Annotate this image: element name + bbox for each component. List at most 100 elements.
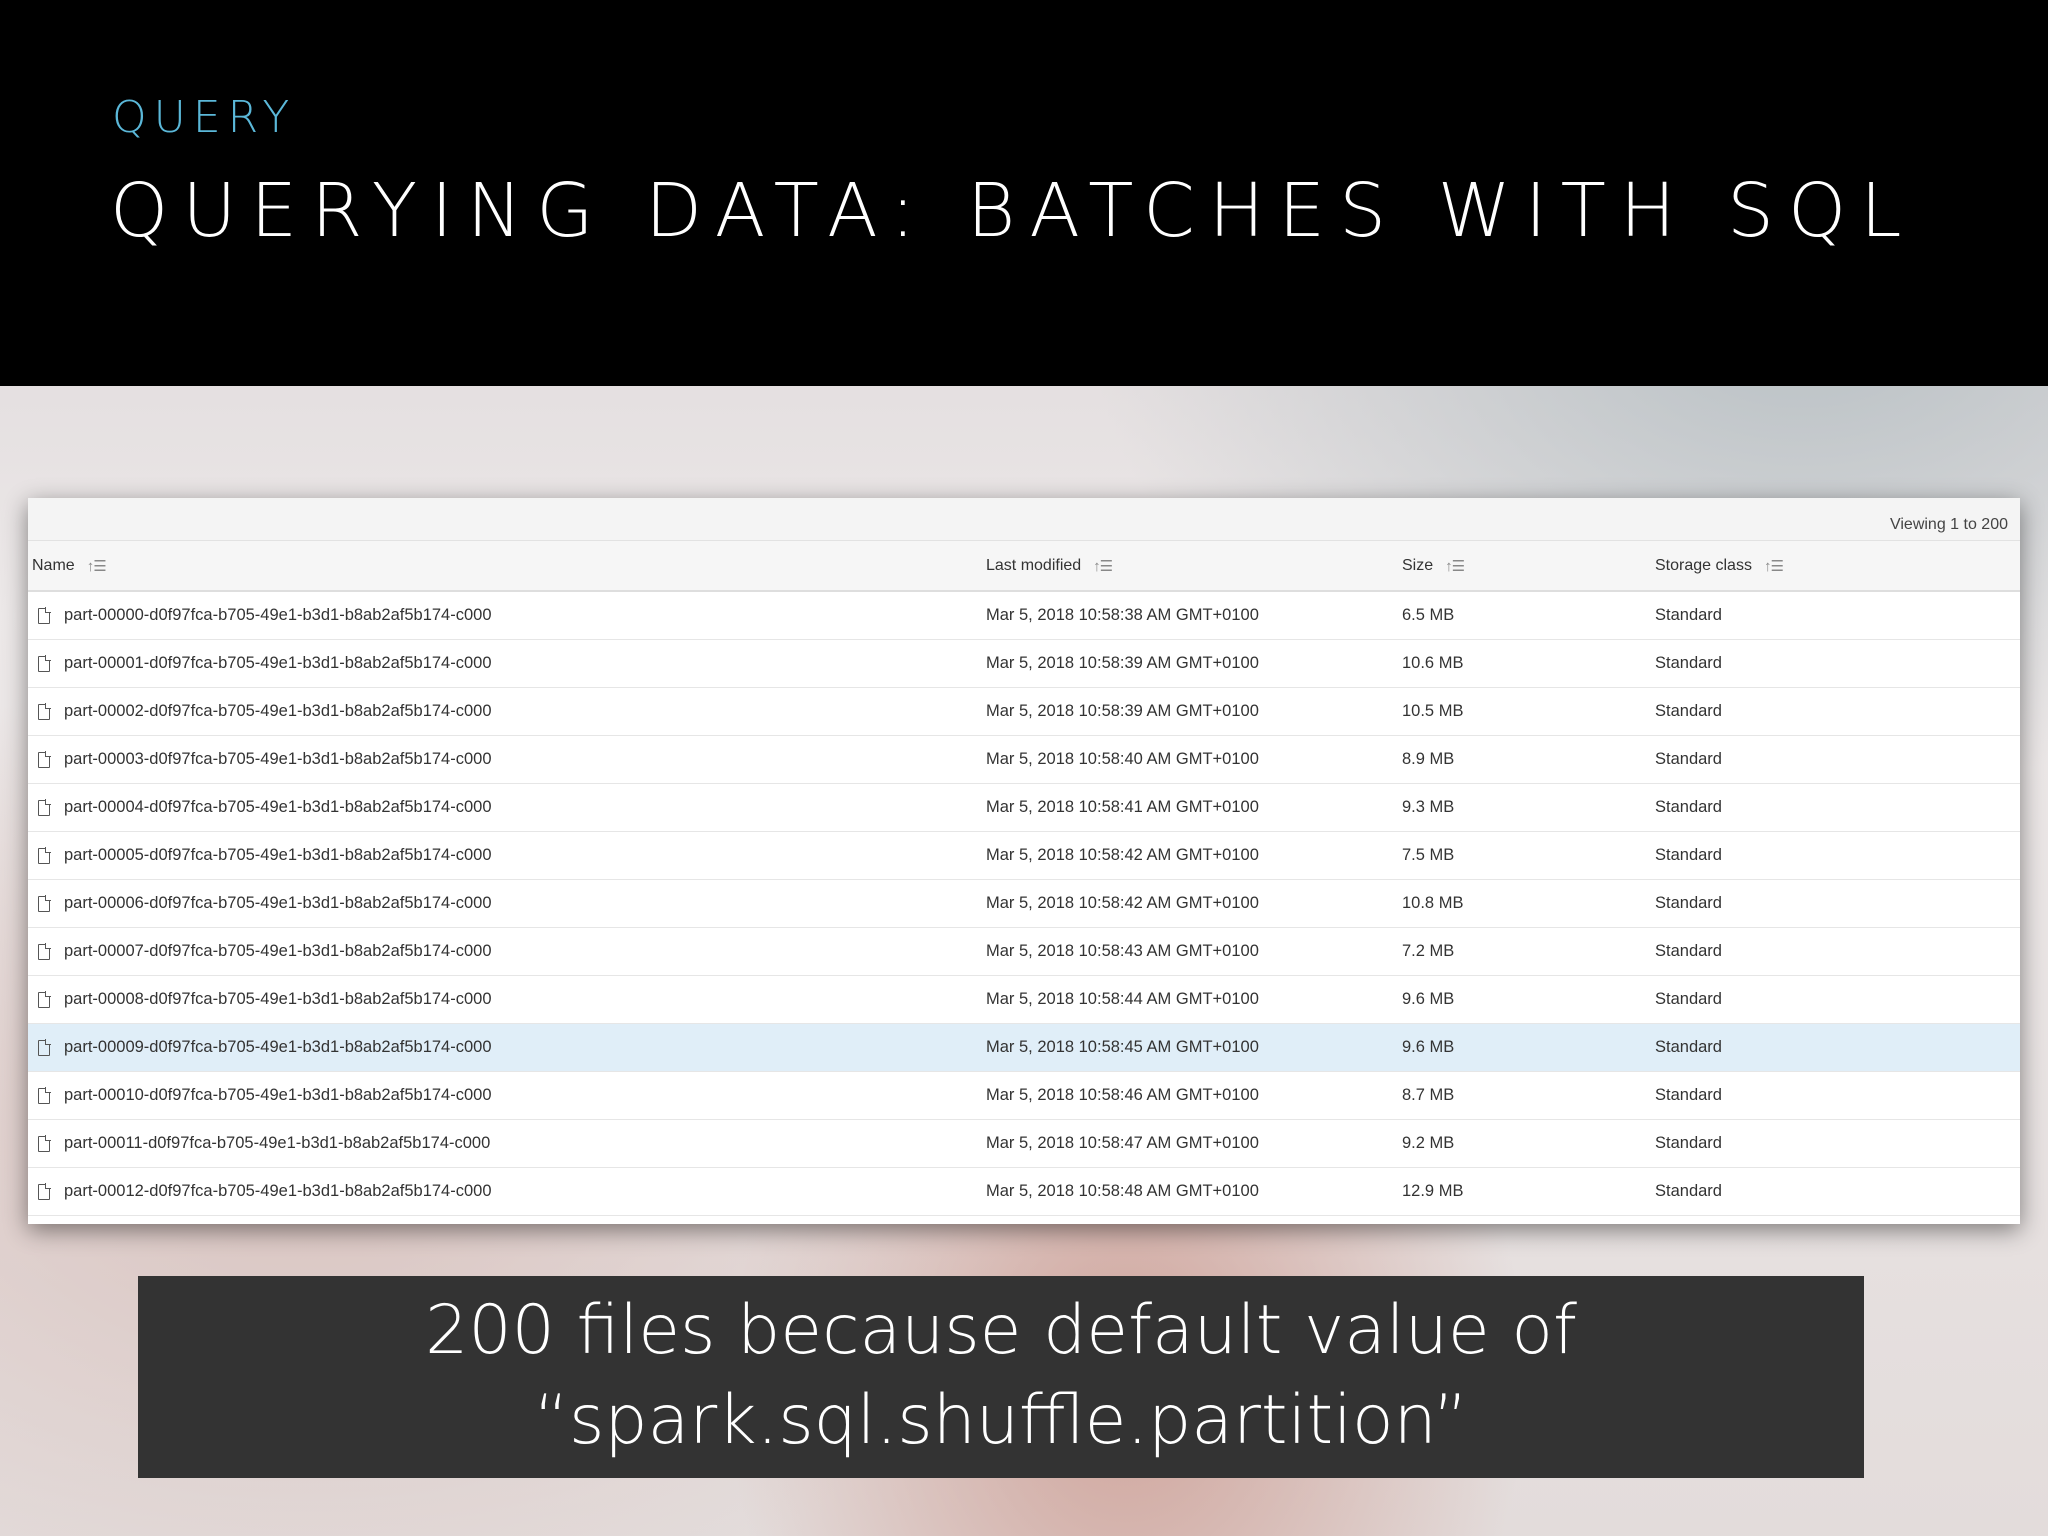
size-cell: 10.5 MB	[1402, 702, 1464, 720]
table-body: part-00000-d0f97fca-b705-49e1-b3d1-b8ab2…	[28, 592, 2020, 1216]
size-cell: 9.3 MB	[1402, 798, 1455, 816]
table-row[interactable]: part-00011-d0f97fca-b705-49e1-b3d1-b8ab2…	[28, 1120, 2020, 1168]
storage-class-cell: Standard	[1655, 1086, 1722, 1104]
size-cell: 9.6 MB	[1402, 1038, 1455, 1056]
column-header-size[interactable]: Size ↑☰	[1402, 541, 1465, 590]
storage-class-cell: Standard	[1655, 798, 1722, 816]
size-cell: 7.5 MB	[1402, 846, 1455, 864]
storage-class-cell: Standard	[1655, 1182, 1722, 1200]
viewing-count: Viewing 1 to 200	[1889, 516, 2008, 533]
table-header: Name ↑☰ Last modified ↑☰ Size ↑☰ Storage…	[28, 541, 2020, 592]
size-cell: 9.2 MB	[1402, 1134, 1455, 1152]
table-row[interactable]: part-00010-d0f97fca-b705-49e1-b3d1-b8ab2…	[28, 1072, 2020, 1120]
last-modified-cell: Mar 5, 2018 10:58:41 AM GMT+0100	[986, 798, 1259, 816]
last-modified-cell: Mar 5, 2018 10:58:39 AM GMT+0100	[986, 654, 1259, 672]
file-icon	[38, 702, 51, 720]
pagination-bar: Viewing 1 to 200	[28, 498, 2020, 541]
last-modified-cell: Mar 5, 2018 10:58:39 AM GMT+0100	[986, 702, 1259, 720]
slide-title: QUERYING DATA: BATCHES WITH SQL	[110, 168, 1916, 254]
storage-class-cell: Standard	[1655, 750, 1722, 768]
file-name-link[interactable]: part-00004-d0f97fca-b705-49e1-b3d1-b8ab2…	[64, 798, 492, 817]
table-row[interactable]: part-00003-d0f97fca-b705-49e1-b3d1-b8ab2…	[28, 736, 2020, 784]
storage-class-cell: Standard	[1655, 654, 1722, 672]
table-row[interactable]: part-00006-d0f97fca-b705-49e1-b3d1-b8ab2…	[28, 880, 2020, 928]
file-icon	[38, 990, 51, 1008]
column-label: Size	[1402, 556, 1434, 574]
size-cell: 7.2 MB	[1402, 942, 1455, 960]
storage-class-cell: Standard	[1655, 606, 1722, 624]
table-row[interactable]: part-00007-d0f97fca-b705-49e1-b3d1-b8ab2…	[28, 928, 2020, 976]
column-header-storage-class[interactable]: Storage class ↑☰	[1655, 541, 1784, 590]
file-icon	[38, 1182, 51, 1200]
file-icon	[38, 894, 51, 912]
table-row[interactable]: part-00002-d0f97fca-b705-49e1-b3d1-b8ab2…	[28, 688, 2020, 736]
last-modified-cell: Mar 5, 2018 10:58:42 AM GMT+0100	[986, 846, 1259, 864]
column-header-last-modified[interactable]: Last modified ↑☰	[986, 541, 1113, 590]
file-name-link[interactable]: part-00010-d0f97fca-b705-49e1-b3d1-b8ab2…	[64, 1086, 492, 1105]
table-row[interactable]: part-00001-d0f97fca-b705-49e1-b3d1-b8ab2…	[28, 640, 2020, 688]
table-row[interactable]: part-00005-d0f97fca-b705-49e1-b3d1-b8ab2…	[28, 832, 2020, 880]
file-name-link[interactable]: part-00005-d0f97fca-b705-49e1-b3d1-b8ab2…	[64, 846, 492, 865]
file-icon	[38, 1086, 51, 1104]
sort-icon[interactable]: ↑☰	[1093, 557, 1113, 575]
slide-caption: 200 files because default value of “spar…	[138, 1276, 1864, 1478]
size-cell: 8.9 MB	[1402, 750, 1455, 768]
size-cell: 9.6 MB	[1402, 990, 1455, 1008]
last-modified-cell: Mar 5, 2018 10:58:44 AM GMT+0100	[986, 990, 1259, 1008]
file-icon	[38, 750, 51, 768]
last-modified-cell: Mar 5, 2018 10:58:42 AM GMT+0100	[986, 894, 1259, 912]
last-modified-cell: Mar 5, 2018 10:58:45 AM GMT+0100	[986, 1038, 1259, 1056]
sort-icon[interactable]: ↑☰	[87, 557, 107, 575]
file-name-link[interactable]: part-00006-d0f97fca-b705-49e1-b3d1-b8ab2…	[64, 894, 492, 913]
file-icon	[38, 942, 51, 960]
column-label: Storage class	[1655, 556, 1752, 574]
table-row-selected[interactable]: part-00009-d0f97fca-b705-49e1-b3d1-b8ab2…	[28, 1024, 2020, 1072]
size-cell: 12.9 MB	[1402, 1182, 1464, 1200]
last-modified-cell: Mar 5, 2018 10:58:40 AM GMT+0100	[986, 750, 1259, 768]
storage-class-cell: Standard	[1655, 990, 1722, 1008]
last-modified-cell: Mar 5, 2018 10:58:38 AM GMT+0100	[986, 606, 1259, 624]
table-row[interactable]: part-00004-d0f97fca-b705-49e1-b3d1-b8ab2…	[28, 784, 2020, 832]
sort-icon[interactable]: ↑☰	[1445, 557, 1465, 575]
file-name-link[interactable]: part-00012-d0f97fca-b705-49e1-b3d1-b8ab2…	[64, 1182, 492, 1201]
file-icon	[38, 798, 51, 816]
storage-class-cell: Standard	[1655, 1038, 1722, 1056]
file-name-link[interactable]: part-00002-d0f97fca-b705-49e1-b3d1-b8ab2…	[64, 702, 492, 721]
file-browser-panel: Viewing 1 to 200 Name ↑☰ Last modified ↑…	[28, 498, 2020, 1224]
size-cell: 10.8 MB	[1402, 894, 1464, 912]
file-icon	[38, 606, 51, 624]
last-modified-cell: Mar 5, 2018 10:58:43 AM GMT+0100	[986, 942, 1259, 960]
file-icon	[38, 1038, 51, 1056]
size-cell: 8.7 MB	[1402, 1086, 1455, 1104]
last-modified-cell: Mar 5, 2018 10:58:47 AM GMT+0100	[986, 1134, 1259, 1152]
file-name-link[interactable]: part-00008-d0f97fca-b705-49e1-b3d1-b8ab2…	[64, 990, 492, 1009]
caption-line-2: “spark.sql.shuffle.partition”	[533, 1381, 1469, 1460]
column-label: Name	[32, 556, 75, 574]
storage-class-cell: Standard	[1655, 894, 1722, 912]
file-name-link[interactable]: part-00001-d0f97fca-b705-49e1-b3d1-b8ab2…	[64, 654, 492, 673]
file-name-link[interactable]: part-00007-d0f97fca-b705-49e1-b3d1-b8ab2…	[64, 942, 492, 961]
storage-class-cell: Standard	[1655, 942, 1722, 960]
column-label: Last modified	[986, 556, 1082, 574]
storage-class-cell: Standard	[1655, 702, 1722, 720]
last-modified-cell: Mar 5, 2018 10:58:48 AM GMT+0100	[986, 1182, 1259, 1200]
caption-line-1: 200 files because default value of	[425, 1291, 1577, 1370]
table-row[interactable]: part-00008-d0f97fca-b705-49e1-b3d1-b8ab2…	[28, 976, 2020, 1024]
file-icon	[38, 846, 51, 864]
file-icon	[38, 654, 51, 672]
sort-icon[interactable]: ↑☰	[1764, 557, 1784, 575]
table-row[interactable]: part-00000-d0f97fca-b705-49e1-b3d1-b8ab2…	[28, 592, 2020, 640]
table-row[interactable]: part-00012-d0f97fca-b705-49e1-b3d1-b8ab2…	[28, 1168, 2020, 1216]
storage-class-cell: Standard	[1655, 846, 1722, 864]
file-name-link[interactable]: part-00000-d0f97fca-b705-49e1-b3d1-b8ab2…	[64, 606, 492, 625]
file-name-link[interactable]: part-00011-d0f97fca-b705-49e1-b3d1-b8ab2…	[64, 1134, 490, 1153]
file-name-link[interactable]: part-00003-d0f97fca-b705-49e1-b3d1-b8ab2…	[64, 750, 492, 769]
file-icon	[38, 1134, 51, 1152]
slide-header: QUERY QUERYING DATA: BATCHES WITH SQL	[0, 0, 2048, 386]
column-header-name[interactable]: Name ↑☰	[32, 541, 107, 590]
size-cell: 10.6 MB	[1402, 654, 1464, 672]
file-name-link[interactable]: part-00009-d0f97fca-b705-49e1-b3d1-b8ab2…	[64, 1038, 492, 1057]
storage-class-cell: Standard	[1655, 1134, 1722, 1152]
size-cell: 6.5 MB	[1402, 606, 1455, 624]
last-modified-cell: Mar 5, 2018 10:58:46 AM GMT+0100	[986, 1086, 1259, 1104]
